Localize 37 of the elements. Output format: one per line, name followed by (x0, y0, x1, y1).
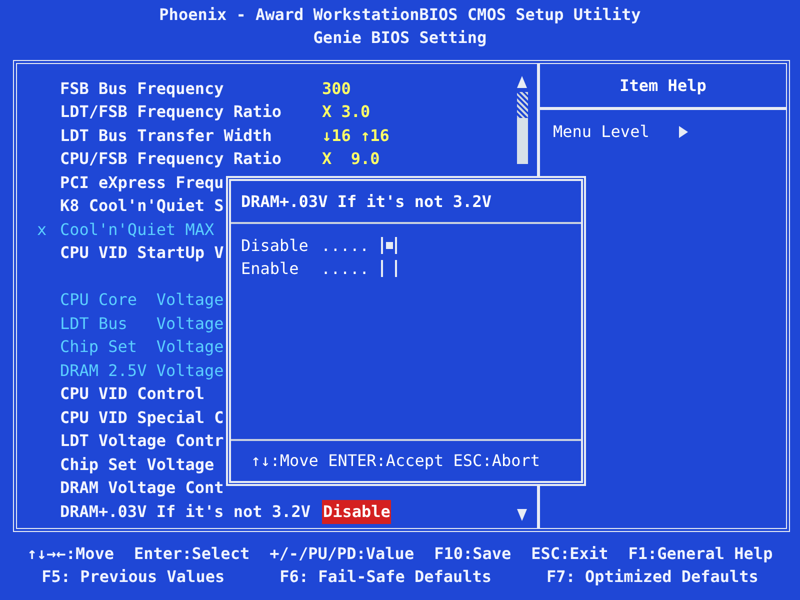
disabled-marker: x (37, 218, 48, 241)
setting-label[interactable]: CPU/FSB Frequency Ratio (60, 147, 322, 172)
setting-value[interactable]: Disable (322, 500, 392, 524)
key-hint: F1:General Help (628, 543, 773, 565)
key-hint: F5: Previous Values (42, 566, 225, 588)
setting-label[interactable]: DRAM+.03V If it's not 3.2V (60, 500, 322, 524)
dot-leader: ..... (321, 235, 370, 257)
key-hint: F6: Fail-Safe Defaults (280, 566, 492, 588)
help-title: Item Help (620, 74, 706, 96)
setting-value[interactable]: X 3.0 (322, 100, 370, 124)
option-checkbox[interactable] (381, 237, 397, 254)
setting-label[interactable]: LDT/FSB Frequency Ratio (60, 100, 322, 124)
key-hint: F10:Save (434, 543, 512, 565)
dialog-title: DRAM+.03V If it's not 3.2V (241, 190, 492, 212)
setting-label[interactable]: FSB Bus Frequency (60, 76, 322, 101)
scrollbar-thumb[interactable] (516, 118, 528, 164)
setting-label[interactable]: LDT Bus Transfer Width (60, 124, 322, 148)
key-hint: F7: Optimized Defaults (546, 566, 758, 588)
right-triangle-icon (679, 126, 688, 138)
scroll-up-arrow-icon[interactable] (517, 76, 527, 88)
dialog-key-hint: ↑↓:Move ENTER:Accept ESC:Abort (251, 450, 540, 472)
setting-value[interactable]: X 9.0 (322, 147, 380, 172)
scroll-down-arrow-icon[interactable] (517, 509, 527, 521)
option-checkbox[interactable] (381, 260, 397, 277)
bios-title: Phoenix - Award WorkstationBIOS CMOS Setup Utility (159, 4, 641, 26)
bios-subtitle: Genie BIOS Setting (313, 27, 487, 49)
dot-leader: ..... (321, 258, 370, 280)
key-hint: ↑↓→←:Move (27, 543, 114, 565)
setting-value[interactable]: ↓16 ↑16 (322, 124, 390, 148)
menu-level-label: Menu Level (553, 121, 650, 143)
key-hint: Enter:Select (134, 543, 250, 565)
option-label[interactable]: Disable (241, 234, 321, 257)
setting-label[interactable]: DRAM Voltage Cont (60, 476, 322, 500)
option-label[interactable]: Enable (241, 257, 321, 280)
key-hint: +/-/PU/PD:Value (270, 543, 414, 565)
setting-value[interactable]: 300 (322, 76, 351, 101)
key-hint: ESC:Exit (531, 543, 608, 565)
